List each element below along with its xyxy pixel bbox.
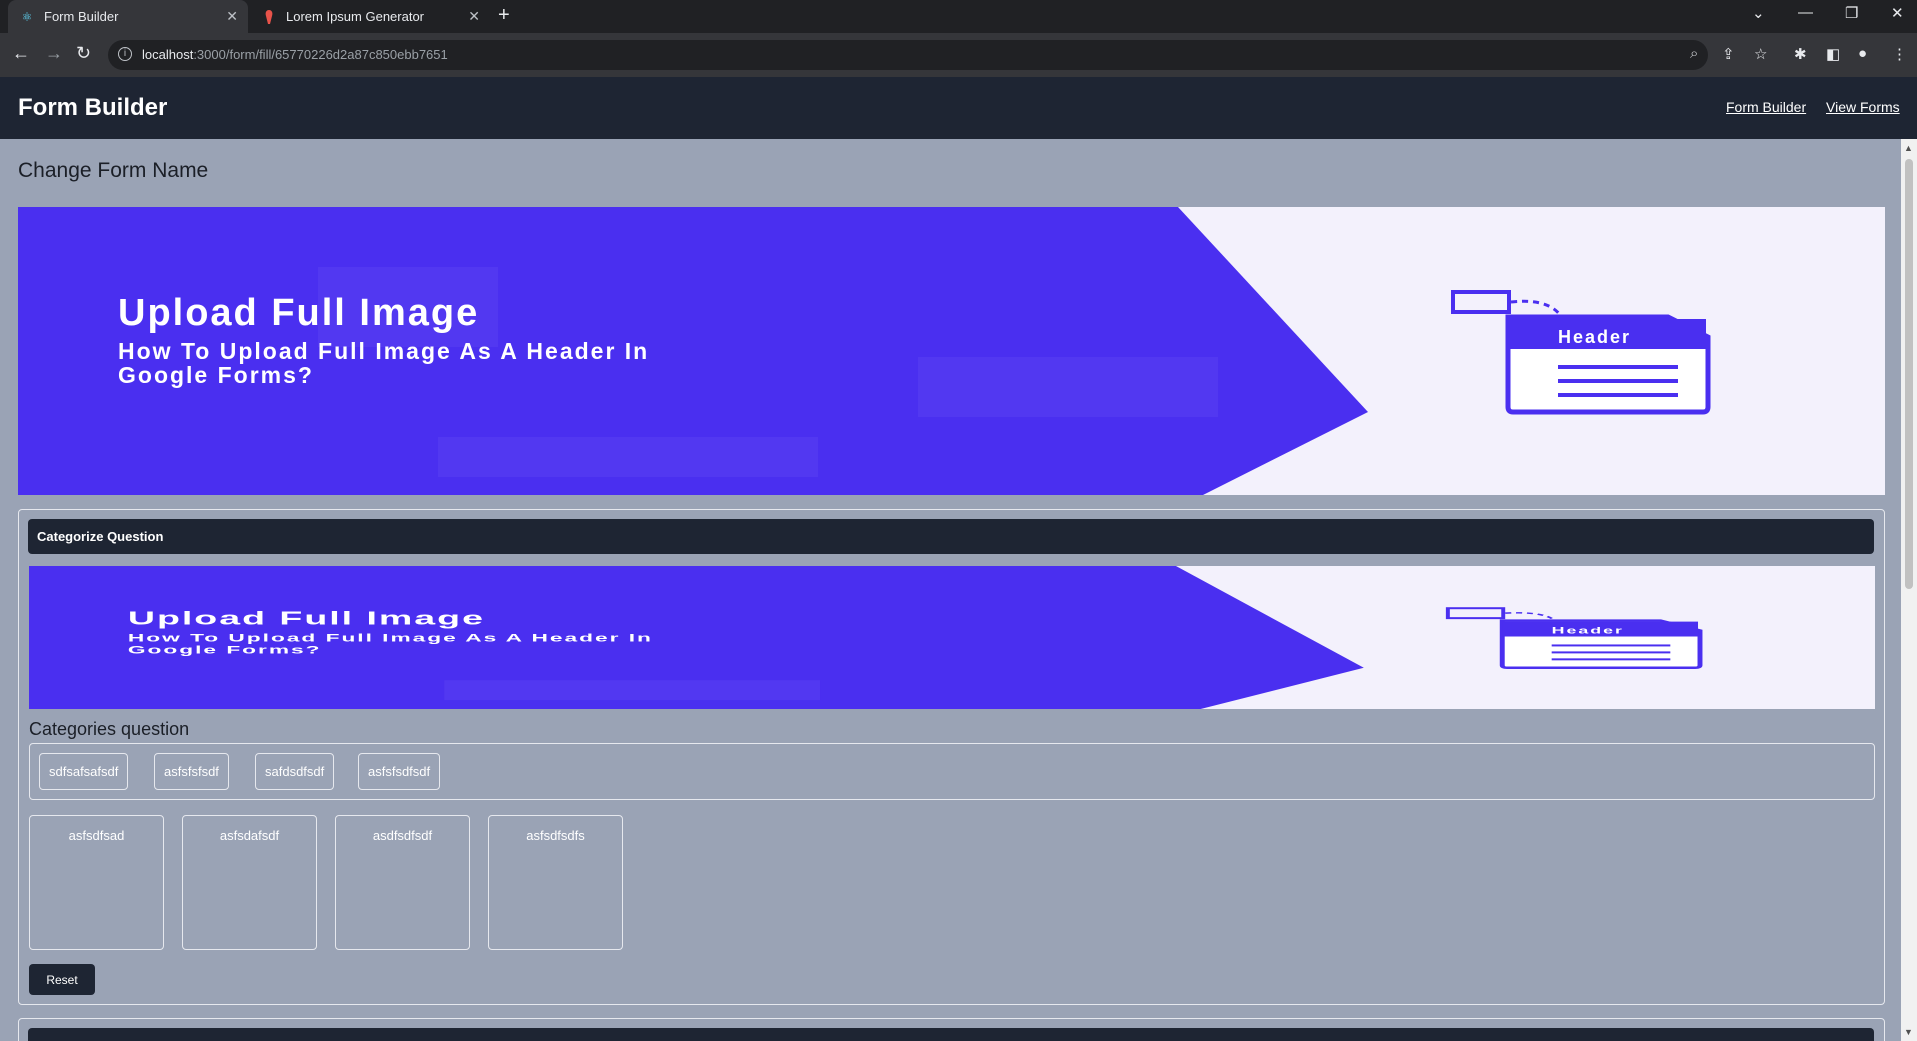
banner-title: Upload Full Image <box>118 292 479 334</box>
close-icon[interactable]: ✕ <box>468 8 480 25</box>
app-title: Form Builder <box>18 94 168 121</box>
page-scrollbar[interactable]: ▲ ▼ <box>1901 139 1917 1041</box>
category-dropzone[interactable]: asfsdfsad <box>29 815 164 950</box>
items-pool[interactable]: sdfsafsafsdf asfsfsfsdf safdsdfsdf asfsf… <box>29 743 1875 800</box>
category-label: asfsdafsdf <box>219 828 280 843</box>
react-icon: ⚛ <box>21 9 33 24</box>
forward-icon[interactable]: → <box>45 43 63 64</box>
menu-kebab-icon[interactable]: ⋮ <box>1892 45 1907 63</box>
question-header: Categorize Question <box>28 519 1874 554</box>
form-name-heading: Change Form Name <box>18 159 209 182</box>
category-dropzone[interactable]: asfsdafsdf <box>182 815 317 950</box>
draggable-item[interactable]: safdsdfsdf <box>255 753 335 790</box>
browser-tab-bar: ⚛ Form Builder ✕ Lorem Ipsum Generator ✕… <box>0 0 1917 33</box>
scrollbar-thumb[interactable] <box>1905 159 1913 589</box>
lorem-icon <box>262 9 276 24</box>
categories-question-label: Categories question <box>29 719 190 739</box>
profile-icon[interactable]: ● <box>1858 45 1867 62</box>
question-image-subtitle-1: How To Upload Full Image As A Header In <box>128 631 653 644</box>
extensions-icon[interactable]: ✱ <box>1794 45 1807 63</box>
category-label: asdfsdfsdf <box>372 828 433 843</box>
url-path: :3000/form/fill/65770226d2a87c850ebb7651 <box>193 47 448 62</box>
url-host: localhost <box>142 47 194 62</box>
new-tab-icon[interactable]: + <box>498 4 510 27</box>
tab-title: Lorem Ipsum Generator <box>286 9 425 24</box>
next-question-card <box>18 1018 1885 1041</box>
restore-icon[interactable]: ❐ <box>1845 4 1858 22</box>
draggable-item[interactable]: asfsfsdfsdf <box>358 753 441 790</box>
share-icon[interactable]: ⇪ <box>1722 45 1735 63</box>
minimize-icon[interactable]: — <box>1798 4 1813 21</box>
app-header: Form Builder Form Builder View Forms <box>0 77 1917 139</box>
zoom-icon[interactable]: ⌕ <box>1690 45 1698 62</box>
question-image-doc-label: Header <box>1552 625 1624 635</box>
draggable-item[interactable]: asfsfsfsdf <box>154 753 229 790</box>
browser-tab-form-builder[interactable]: ⚛ Form Builder ✕ <box>8 0 248 33</box>
tab-search-icon[interactable]: ⌄ <box>1752 4 1765 22</box>
draggable-item[interactable]: sdfsafsafsdf <box>39 753 129 790</box>
question-image-title: Upload Full Image <box>128 608 485 629</box>
browser-tab-lorem-ipsum[interactable]: Lorem Ipsum Generator ✕ <box>250 0 490 33</box>
side-panel-icon[interactable]: ◧ <box>1826 45 1840 63</box>
close-icon[interactable]: ✕ <box>226 8 238 25</box>
tab-title: Form Builder <box>44 9 119 24</box>
categorize-question-card: Categorize Question Upload Full Image Ho… <box>18 509 1885 1005</box>
browser-toolbar: ← → ↻ i localhost:3000/form/fill/6577022… <box>0 33 1917 77</box>
form-header-image: Upload Full Image How To Upload Full Ima… <box>18 207 1885 495</box>
banner-subtitle-1: How To Upload Full Image As A Header In <box>118 338 649 364</box>
next-question-header <box>28 1028 1874 1041</box>
nav-link-form-builder[interactable]: Form Builder <box>1726 99 1806 115</box>
question-image: Upload Full Image How To Upload Full Ima… <box>29 566 1875 709</box>
reload-icon[interactable]: ↻ <box>76 43 91 64</box>
scroll-down-icon[interactable]: ▼ <box>1904 1027 1913 1037</box>
nav-link-view-forms[interactable]: View Forms <box>1826 99 1900 115</box>
question-heading: Categorize Question <box>37 529 164 544</box>
address-bar[interactable]: i localhost:3000/form/fill/65770226d2a87… <box>108 40 1708 70</box>
question-image-subtitle-2: Google Forms? <box>128 643 322 656</box>
banner-subtitle-2: Google Forms? <box>118 362 314 388</box>
bookmark-star-icon[interactable]: ☆ <box>1754 45 1767 63</box>
category-dropzone[interactable]: asfsdfsdfs <box>488 815 623 950</box>
window-close-icon[interactable]: ✕ <box>1891 4 1904 22</box>
category-label: asfsdfsdfs <box>526 828 585 843</box>
back-icon[interactable]: ← <box>12 43 30 64</box>
info-icon[interactable]: i <box>118 47 132 61</box>
form-fill-page: Change Form Name Upload Full Image How T… <box>0 139 1901 1041</box>
category-label: asfsdfsad <box>68 828 125 843</box>
url-text: localhost:3000/form/fill/65770226d2a87c8… <box>142 47 448 62</box>
banner-doc-label: Header <box>1558 327 1631 347</box>
scroll-up-icon[interactable]: ▲ <box>1904 143 1913 153</box>
category-dropzone[interactable]: asdfsdfsdf <box>335 815 470 950</box>
reset-button[interactable]: Reset <box>29 964 95 995</box>
